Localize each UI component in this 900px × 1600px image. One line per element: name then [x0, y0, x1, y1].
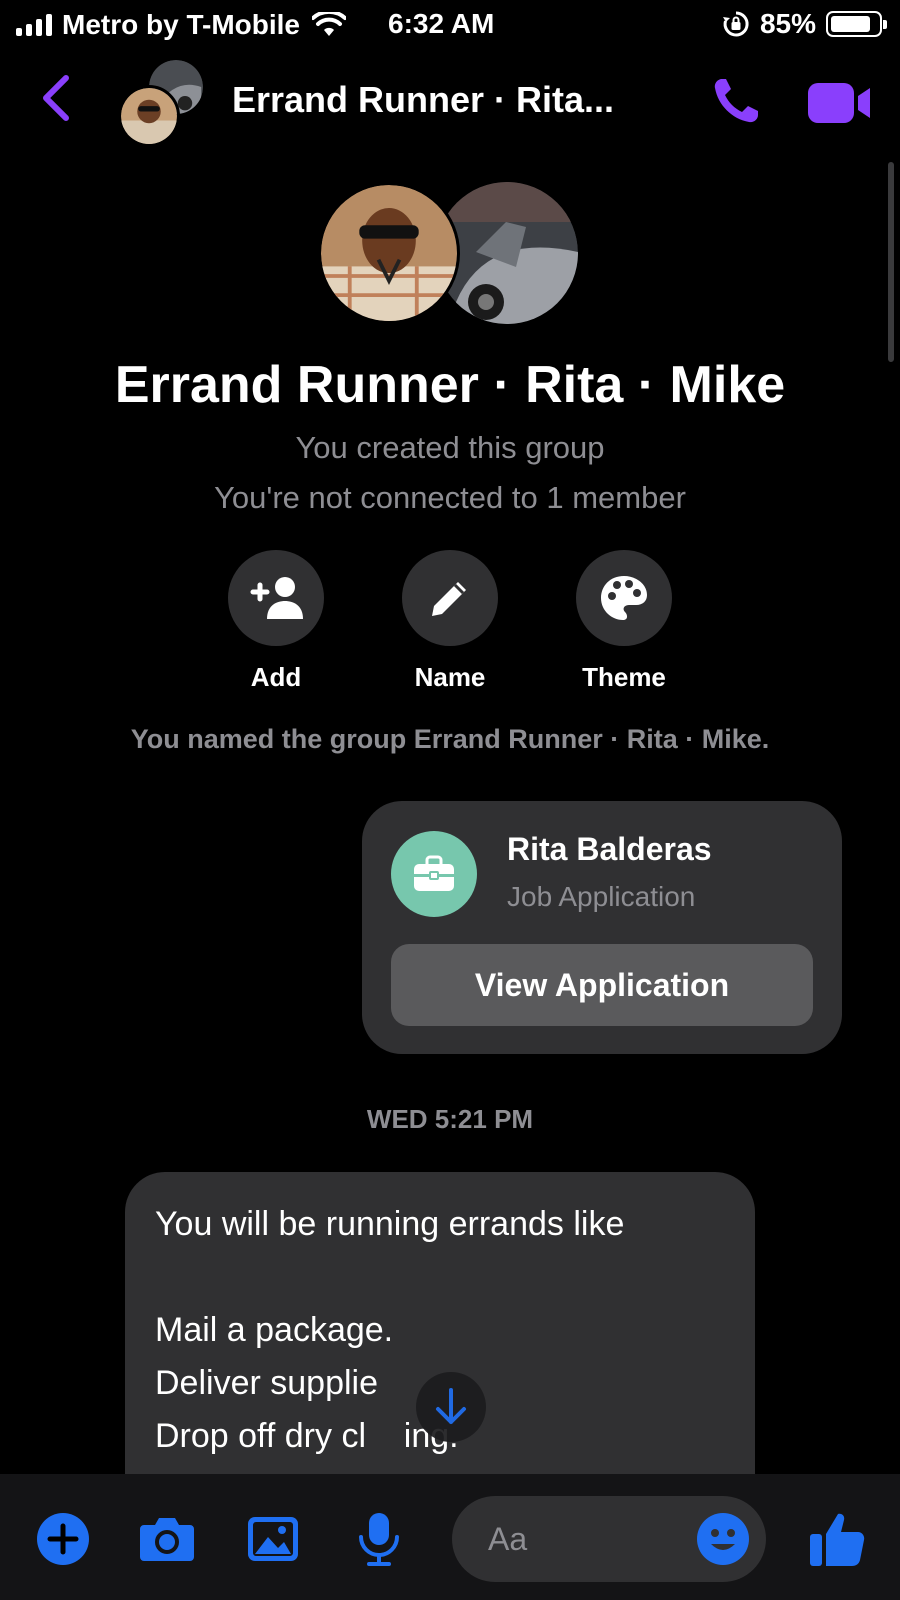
chevron-left-icon	[43, 75, 69, 121]
add-member-button[interactable]: Add	[227, 550, 325, 693]
add-label: Add	[250, 662, 302, 692]
message-bubble[interactable]: You will be running errands like Mail a …	[125, 1172, 755, 1492]
job-icon-circle	[391, 831, 477, 917]
voice-call-button[interactable]	[708, 73, 764, 129]
palette-icon	[601, 576, 647, 620]
user-avatar-large	[318, 182, 460, 324]
job-card-subtitle: Job Application	[507, 881, 696, 912]
video-camera-icon	[808, 83, 870, 123]
group-avatar-large[interactable]	[318, 180, 580, 330]
status-bar: Metro by T-Mobile 6:32 AM 85%	[0, 0, 900, 50]
theme-button[interactable]: Theme	[575, 550, 673, 693]
name-label: Name	[414, 662, 486, 692]
battery-percent: 85%	[759, 8, 816, 39]
system-message: You named the group Errand Runner · Rita…	[130, 724, 770, 754]
more-actions-button[interactable]	[34, 1510, 92, 1568]
add-member-circle[interactable]	[228, 550, 324, 646]
plus-icon	[37, 1513, 89, 1565]
camera-icon	[140, 1518, 194, 1561]
image-icon	[248, 1517, 298, 1561]
pencil-icon	[432, 582, 466, 616]
carrier-name: Metro by T-Mobile	[62, 9, 300, 40]
like-button[interactable]	[808, 1510, 866, 1568]
view-application-button[interactable]: View Application	[391, 944, 813, 1026]
message-line: Mail a package.	[155, 1311, 394, 1349]
header-group-avatar[interactable]	[118, 57, 208, 147]
group-name: Errand Runner · Rita · Mike	[114, 356, 786, 414]
message-input-field[interactable]	[452, 1496, 766, 1582]
back-button[interactable]	[36, 73, 76, 123]
arrow-down-icon	[436, 1388, 466, 1424]
message-timestamp: WED 5:21 PM	[366, 1104, 534, 1134]
add-person-icon	[250, 577, 303, 619]
message-line	[155, 1251, 725, 1304]
signal-icon	[16, 14, 52, 36]
user-avatar	[118, 85, 180, 147]
rotation-lock-icon	[722, 11, 749, 37]
scrollbar[interactable]	[888, 162, 894, 362]
phone-icon	[714, 79, 758, 123]
status-time: 6:32 AM	[388, 8, 495, 39]
message-input[interactable]	[488, 1516, 668, 1562]
video-call-button[interactable]	[806, 81, 874, 125]
emoji-icon[interactable]	[696, 1512, 750, 1566]
message-composer	[0, 1474, 900, 1600]
battery-icon	[826, 11, 887, 37]
wifi-icon	[312, 12, 346, 36]
theme-circle[interactable]	[576, 550, 672, 646]
briefcase-icon	[414, 855, 454, 891]
created-group-text: You created this group	[295, 430, 605, 465]
thumbs-up-icon	[810, 1513, 865, 1566]
conversation-header: Errand Runner · Rita...	[0, 55, 900, 147]
rename-circle[interactable]	[402, 550, 498, 646]
gallery-button[interactable]	[244, 1510, 302, 1568]
camera-button[interactable]	[138, 1510, 196, 1568]
scroll-to-bottom-button[interactable]	[416, 1372, 486, 1442]
group-actions: Add Name Theme	[0, 550, 900, 693]
conversation-title[interactable]: Errand Runner · Rita...	[232, 79, 672, 121]
rename-group-button[interactable]: Name	[401, 550, 499, 693]
applicant-name: Rita Balderas	[507, 831, 712, 867]
microphone-icon	[359, 1513, 399, 1566]
message-line: You will be running errands like	[155, 1205, 625, 1243]
theme-label: Theme	[582, 662, 666, 692]
voice-message-button[interactable]	[350, 1510, 408, 1568]
connection-status-text: You're not connected to 1 member	[214, 480, 686, 515]
job-application-card[interactable]: Rita Balderas Job Application View Appli…	[362, 801, 842, 1054]
